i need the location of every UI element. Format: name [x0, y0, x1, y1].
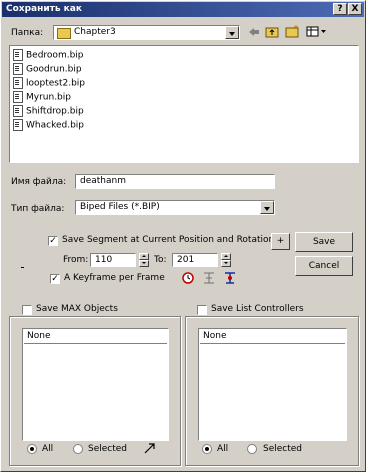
file-icon	[13, 91, 23, 103]
cancel-button[interactable]: Cancel	[295, 256, 353, 276]
list-item[interactable]: Bedroom.bip	[13, 49, 84, 62]
folder-label: Папка:	[11, 28, 44, 38]
dash-mark	[21, 267, 24, 268]
up-folder-icon[interactable]	[265, 25, 279, 38]
chevron-down-icon[interactable]	[225, 26, 239, 39]
to-spinner[interactable]	[221, 253, 231, 267]
list-controllers-selected-label: Selected	[263, 444, 303, 454]
keyframe-label: A Keyframe per Frame	[64, 273, 165, 283]
view-menu-icon[interactable]	[306, 26, 328, 37]
save-max-objects-checkbox[interactable]	[22, 305, 32, 315]
new-folder-icon[interactable]	[285, 24, 300, 38]
back-arrow-icon[interactable]	[248, 27, 260, 37]
filename-label: Имя файла:	[11, 177, 67, 187]
max-objects-group: None All Selected	[9, 316, 181, 466]
filename-value: deathanm	[80, 176, 126, 186]
filename-input[interactable]: deathanm	[75, 174, 275, 189]
clock-key-icon[interactable]	[181, 271, 195, 285]
save-button[interactable]: Save	[295, 232, 353, 252]
file-icon	[13, 105, 23, 117]
list-item[interactable]: Myrun.bip	[13, 91, 71, 104]
max-objects-all-radio[interactable]	[27, 444, 37, 454]
key-range-icon[interactable]	[202, 271, 216, 285]
save-segment-label: Save Segment at Current Position and Rot…	[62, 235, 275, 245]
file-icon	[13, 63, 23, 75]
save-list-controllers-label: Save List Controllers	[211, 304, 304, 314]
to-input[interactable]: 201	[172, 253, 218, 267]
help-button[interactable]: ?	[333, 3, 347, 15]
max-objects-list[interactable]: None	[22, 328, 169, 441]
list-controllers-list-header: None	[200, 330, 345, 344]
file-icon	[13, 119, 23, 131]
save-segment-checkbox[interactable]: ✓	[48, 236, 58, 246]
file-icon	[13, 49, 23, 61]
list-controllers-all-label: All	[217, 444, 229, 454]
pick-arrow-icon[interactable]	[143, 441, 157, 455]
max-objects-all-label: All	[42, 444, 54, 454]
list-controllers-all-radio[interactable]	[202, 444, 212, 454]
max-objects-selected-label: Selected	[88, 444, 128, 454]
from-input[interactable]: 110	[90, 253, 136, 267]
save-max-objects-label: Save MAX Objects	[36, 304, 118, 314]
from-spinner[interactable]	[139, 253, 149, 267]
to-value: 201	[177, 255, 195, 265]
max-objects-list-header: None	[24, 330, 167, 344]
save-list-controllers-checkbox[interactable]	[197, 305, 207, 315]
list-item[interactable]: Whacked.bip	[13, 119, 84, 132]
key-filter-icon[interactable]	[223, 271, 237, 285]
max-objects-selected-radio[interactable]	[73, 444, 83, 454]
close-button[interactable]: X	[348, 3, 362, 15]
to-label: To:	[154, 255, 167, 265]
folder-value: Chapter3	[74, 27, 116, 37]
chevron-down-icon[interactable]	[260, 201, 274, 214]
list-controllers-list[interactable]: None	[198, 328, 347, 441]
from-value: 110	[95, 255, 113, 265]
list-controllers-group: None All Selected	[185, 316, 359, 466]
plus-button[interactable]: +	[271, 233, 290, 250]
filetype-select[interactable]: Biped Files (*.BIP)	[75, 200, 275, 215]
save-as-dialog: Сохранить как ? X Папка: Chapter3 Bedroo…	[0, 0, 366, 472]
title-bar[interactable]: Сохранить как ? X	[2, 2, 364, 17]
keyframe-checkbox[interactable]: ✓	[50, 274, 60, 284]
folder-icon	[57, 28, 71, 39]
filetype-label: Тип файла:	[11, 204, 65, 214]
list-item[interactable]: Goodrun.bip	[13, 63, 82, 76]
file-icon	[13, 77, 23, 89]
window-title: Сохранить как	[6, 4, 82, 14]
file-list[interactable]: Bedroom.bip Goodrun.bip looptest2.bip My…	[9, 45, 359, 163]
list-controllers-selected-radio[interactable]	[247, 444, 257, 454]
from-label: From:	[63, 255, 89, 265]
folder-select[interactable]: Chapter3	[53, 25, 240, 40]
list-item[interactable]: looptest2.bip	[13, 77, 85, 90]
list-item[interactable]: Shiftdrop.bip	[13, 105, 84, 118]
filetype-value: Biped Files (*.BIP)	[80, 202, 160, 212]
